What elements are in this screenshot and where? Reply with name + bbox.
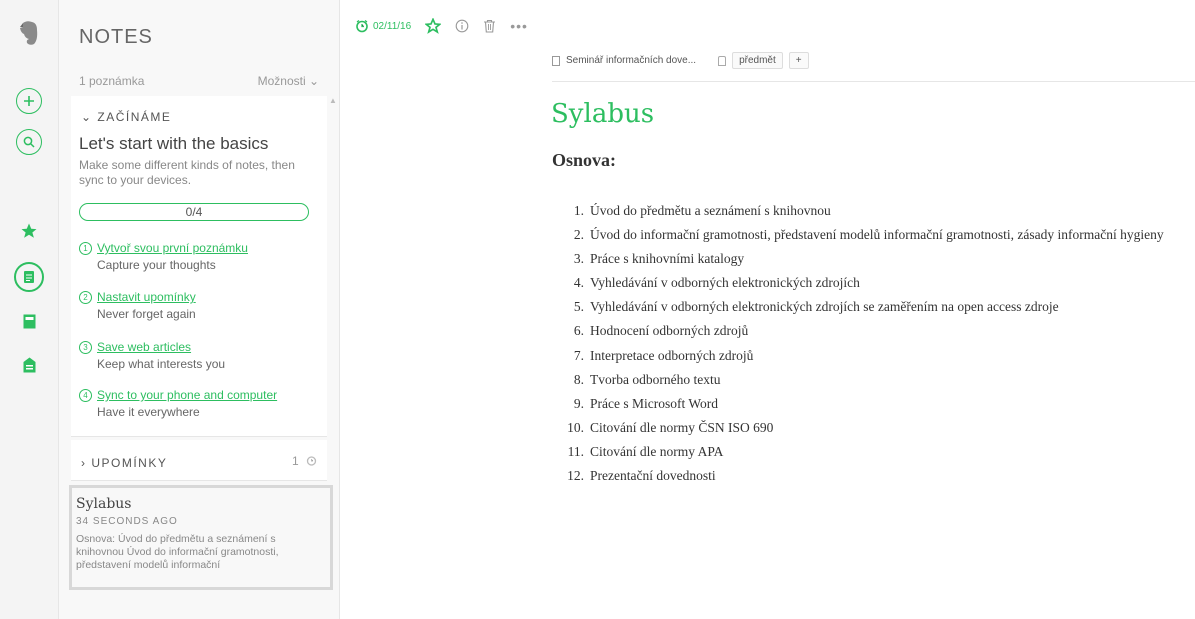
star-icon bbox=[425, 18, 442, 34]
list-item-number: 11. bbox=[567, 443, 584, 459]
list-item-number: 1. bbox=[573, 203, 584, 218]
list-item[interactable]: 6. Hodnocení odborných zdrojů bbox=[562, 322, 1164, 346]
list-item-text: Úvod do informační gramotnosti, představ… bbox=[590, 227, 1164, 243]
list-item-number: 3. bbox=[573, 251, 584, 267]
evernote-logo-icon[interactable] bbox=[14, 18, 44, 48]
scroll-up-arrow-icon[interactable]: ▲ bbox=[329, 96, 337, 105]
note-card-title: Sylabus bbox=[76, 496, 132, 512]
list-item[interactable]: 7. Interpretace odborných zdrojů bbox=[562, 347, 1164, 371]
list-item[interactable]: 2. Úvod do informační gramotnosti, předst… bbox=[562, 226, 1164, 250]
list-item-text: Práce s knihovními katalogy bbox=[590, 251, 745, 267]
list-item-text: Úvod do předmětu a seznámení s knihovnou bbox=[590, 203, 831, 218]
list-item-text: Prezentační dovednosti bbox=[590, 468, 716, 484]
notebook-selector[interactable]: Seminář informačních dove... bbox=[566, 55, 696, 66]
syllabus-list[interactable]: 1. Úvod do předmětu a seznámení s knihovn… bbox=[562, 202, 1164, 491]
list-item[interactable]: 12. Prezentační dovednosti bbox=[562, 467, 1164, 491]
list-item[interactable]: 10. Citování dle normy ČSN ISO 690 bbox=[562, 419, 1164, 443]
list-item-text: Hodnocení odborných zdrojů bbox=[590, 323, 749, 339]
step-link[interactable]: Nastavit upomínky bbox=[97, 290, 196, 304]
tags-icon[interactable] bbox=[14, 350, 44, 380]
alarm-clock-icon bbox=[356, 19, 368, 33]
note-title[interactable]: Sylabus bbox=[551, 99, 654, 129]
list-item-text: Citování dle normy APA bbox=[590, 443, 724, 459]
step-number-icon: 2 bbox=[79, 291, 92, 304]
notes-count: 1 poznámka bbox=[79, 74, 145, 88]
info-icon bbox=[455, 19, 469, 33]
tag-icon bbox=[718, 55, 727, 66]
list-item-number: 9. bbox=[573, 395, 584, 411]
step-number-icon: 3 bbox=[79, 341, 92, 354]
progress-text: 0/4 bbox=[185, 205, 203, 219]
divider bbox=[552, 81, 1195, 82]
note-card-sylabus[interactable]: Sylabus 34 SECONDS AGO Osnova: Úvod do p… bbox=[69, 485, 333, 590]
reminder-button[interactable]: 02/11/16 bbox=[355, 19, 411, 33]
notebooks-icon[interactable] bbox=[14, 306, 44, 336]
getting-started-description: Make some different kinds of notes, then… bbox=[79, 158, 295, 187]
list-item[interactable]: 9. Práce s Microsoft Word bbox=[562, 395, 1164, 419]
more-options-button[interactable]: ••• bbox=[510, 18, 528, 34]
getting-started-title: Let's start with the basics bbox=[79, 134, 269, 153]
step-subtitle: Keep what interests you bbox=[97, 357, 226, 371]
step-link[interactable]: Sync to your phone and computer bbox=[97, 388, 277, 402]
list-item[interactable]: 8. Tvorba odborného textu bbox=[562, 371, 1164, 395]
notes-icon[interactable] bbox=[14, 262, 44, 292]
reminders-count: 1 bbox=[292, 454, 317, 468]
new-note-icon[interactable] bbox=[14, 86, 44, 116]
list-item-number: 8. bbox=[573, 371, 584, 387]
list-item-number: 6. bbox=[573, 323, 584, 339]
reminder-date: 02/11/16 bbox=[373, 20, 412, 32]
search-icon[interactable] bbox=[14, 127, 44, 157]
alarm-clock-icon bbox=[306, 456, 317, 466]
step-subtitle: Capture your thoughts bbox=[97, 258, 216, 272]
note-toolbar: 02/11/16 ••• bbox=[355, 14, 542, 38]
note-heading[interactable]: Osnova: bbox=[552, 150, 616, 171]
step-link[interactable]: Vytvoř svou první poznámku bbox=[97, 241, 248, 255]
step-number-icon: 1 bbox=[79, 242, 92, 255]
add-tag-button[interactable]: + bbox=[788, 52, 809, 69]
options-dropdown[interactable]: Možnosti ⌄ bbox=[258, 74, 319, 88]
list-item-number: 10. bbox=[567, 419, 584, 435]
list-item-text: Vyhledávání v odborných elektronických z… bbox=[590, 299, 1059, 315]
delete-button[interactable] bbox=[483, 19, 496, 33]
note-meta-bar: Seminář informačních dove... předmět + bbox=[552, 52, 809, 69]
list-item[interactable]: 3. Práce s knihovními katalogy bbox=[562, 250, 1164, 274]
getting-started-panel: ⌄ ZAČÍNÁME Let's start with the basics M… bbox=[71, 96, 327, 437]
list-item-text: Práce s Microsoft Word bbox=[590, 395, 719, 411]
trash-icon bbox=[484, 19, 496, 33]
tag-chip[interactable]: předmět bbox=[732, 52, 783, 69]
reminders-section[interactable]: › UPOMÍNKY 1 bbox=[71, 440, 327, 481]
shortcut-star-button[interactable] bbox=[425, 18, 442, 34]
list-item-number: 4. bbox=[573, 275, 584, 291]
left-rail bbox=[0, 0, 59, 619]
reminders-count-value: 1 bbox=[291, 454, 299, 468]
list-item-text: Interpretace odborných zdrojů bbox=[590, 347, 754, 363]
step-number-icon: 4 bbox=[79, 389, 92, 402]
reminders-toggle[interactable]: › UPOMÍNKY bbox=[81, 456, 167, 470]
shortcuts-star-icon[interactable] bbox=[14, 216, 44, 246]
progress-bar: 0/4 bbox=[79, 203, 309, 221]
list-item-number: 2. bbox=[573, 227, 584, 243]
notes-panel-title: NOTES bbox=[79, 26, 153, 48]
step-link[interactable]: Save web articles bbox=[97, 340, 191, 354]
list-item-number: 7. bbox=[573, 347, 584, 363]
list-item[interactable]: 4. Vyhledávání v odborných elektronických… bbox=[562, 274, 1164, 298]
getting-started-toggle[interactable]: ⌄ ZAČÍNÁME bbox=[81, 110, 171, 124]
info-button[interactable] bbox=[455, 19, 469, 33]
list-item-text: Tvorba odborného textu bbox=[590, 371, 721, 387]
notebook-icon bbox=[552, 55, 560, 66]
step-subtitle: Never forget again bbox=[97, 307, 196, 321]
notes-list-panel: NOTES 1 poznámka Možnosti ⌄ ⌄ ZAČÍNÁME L… bbox=[59, 0, 340, 619]
list-item-number: 12. bbox=[567, 468, 584, 484]
list-item[interactable]: 11. Citování dle normy APA bbox=[562, 443, 1164, 467]
note-card-time: 34 SECONDS AGO bbox=[76, 516, 178, 527]
list-item-number: 5. bbox=[573, 299, 584, 315]
note-card-snippet: Osnova: Úvod do předmětu a seznámení s k… bbox=[76, 533, 279, 571]
step-subtitle: Have it everywhere bbox=[97, 405, 200, 419]
list-item-text: Vyhledávání v odborných elektronických z… bbox=[590, 275, 860, 291]
list-item[interactable]: 1. Úvod do předmětu a seznámení s knihovn… bbox=[562, 202, 1164, 226]
list-item[interactable]: 5. Vyhledávání v odborných elektronických… bbox=[562, 298, 1164, 322]
list-item-text: Citování dle normy ČSN ISO 690 bbox=[590, 419, 774, 435]
